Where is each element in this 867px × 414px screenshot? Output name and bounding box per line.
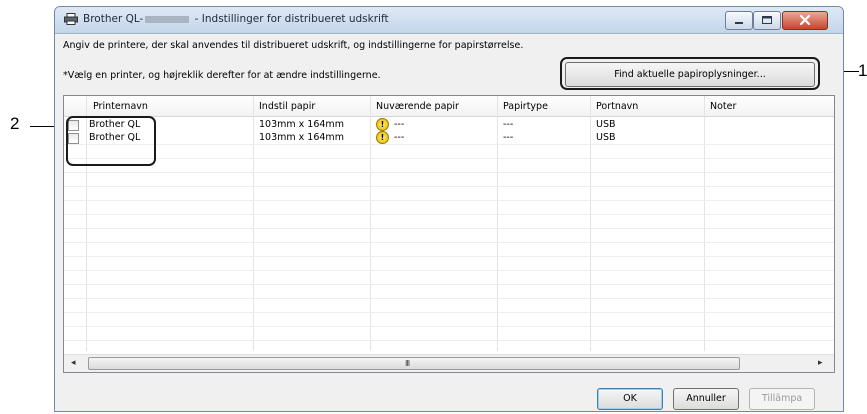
row-line	[64, 340, 834, 341]
description-text: Angiv de printere, der skal anvendes til…	[63, 40, 524, 51]
column-header-paper-setting[interactable]: Indstil papir	[259, 101, 315, 112]
scrollbar-thumb[interactable]: III	[88, 357, 740, 370]
row-line	[64, 172, 834, 173]
row-line	[64, 284, 834, 285]
window-title: Brother QL- - Indstillinger for distribu…	[83, 13, 389, 25]
distributed-print-settings-window: Brother QL- - Indstillinger for distribu…	[54, 6, 844, 412]
row-line	[64, 270, 834, 271]
table-row[interactable]: Brother QL 103mm x 164mm ! --- --- USB	[64, 118, 834, 132]
minimize-button[interactable]	[725, 11, 753, 30]
row-line	[64, 186, 834, 187]
hint-text: *Vælg en printer, og højreklik derefter …	[63, 70, 381, 81]
close-button[interactable]	[782, 11, 828, 30]
cell-paper-type: ---	[503, 132, 514, 143]
horizontal-scrollbar[interactable]: ◂ III ▸	[64, 354, 834, 372]
maximize-button[interactable]	[753, 11, 781, 30]
column-header-port[interactable]: Portnavn	[596, 101, 638, 112]
callout-1-highlight	[560, 57, 820, 90]
row-line	[64, 242, 834, 243]
cancel-button[interactable]: Annuller	[673, 388, 739, 410]
column-header-printer-name[interactable]: Printernavn	[93, 101, 148, 112]
cell-paper-setting: 103mm x 164mm	[259, 119, 344, 130]
apply-label: Tillämpa	[761, 393, 803, 404]
minimize-icon	[735, 22, 743, 24]
column-header-current-paper[interactable]: Nuværende papir	[376, 101, 459, 112]
printer-table: Printernavn Indstil papir Nuværende papi…	[63, 95, 835, 373]
row-line	[64, 312, 834, 313]
cell-port: USB	[596, 132, 616, 143]
warning-icon: !	[376, 131, 389, 144]
table-row[interactable]: Brother QL 103mm x 164mm ! --- --- USB	[64, 131, 834, 145]
row-line	[64, 228, 834, 229]
scrollbar-grip: III	[405, 359, 410, 368]
row-line	[64, 200, 834, 201]
title-bar[interactable]: Brother QL- - Indstillinger for distribu…	[55, 7, 843, 34]
row-line	[64, 326, 834, 327]
cell-paper-setting: 103mm x 164mm	[259, 132, 344, 143]
table-header: Printernavn Indstil papir Nuværende papi…	[64, 96, 834, 117]
row-line	[64, 256, 834, 257]
apply-button[interactable]: Tillämpa	[749, 388, 815, 410]
callout-2: 2	[10, 114, 20, 133]
cell-paper-type: ---	[503, 119, 514, 130]
window-title-prefix: Brother QL-	[83, 13, 144, 25]
column-header-notes[interactable]: Noter	[710, 101, 736, 112]
close-icon	[799, 14, 811, 26]
ok-button[interactable]: OK	[597, 388, 663, 410]
row-line	[64, 158, 834, 159]
row-line	[64, 214, 834, 215]
window-title-suffix: - Indstillinger for distribueret udskrif…	[194, 13, 389, 25]
cancel-label: Annuller	[686, 393, 726, 404]
redacted-model	[145, 15, 190, 23]
callout-2-highlight	[66, 116, 156, 166]
ok-label: OK	[623, 393, 637, 404]
scroll-right-icon[interactable]: ▸	[818, 358, 823, 368]
warning-icon: !	[376, 118, 389, 131]
scroll-left-icon[interactable]: ◂	[71, 358, 76, 368]
cell-current-paper: ---	[394, 119, 405, 130]
cell-port: USB	[596, 119, 616, 130]
maximize-icon	[762, 16, 772, 24]
callout-1: 1	[858, 61, 867, 80]
cell-current-paper: ---	[394, 132, 405, 143]
printer-icon	[64, 13, 78, 25]
column-header-paper-type[interactable]: Papirtype	[503, 101, 548, 112]
row-line	[64, 298, 834, 299]
